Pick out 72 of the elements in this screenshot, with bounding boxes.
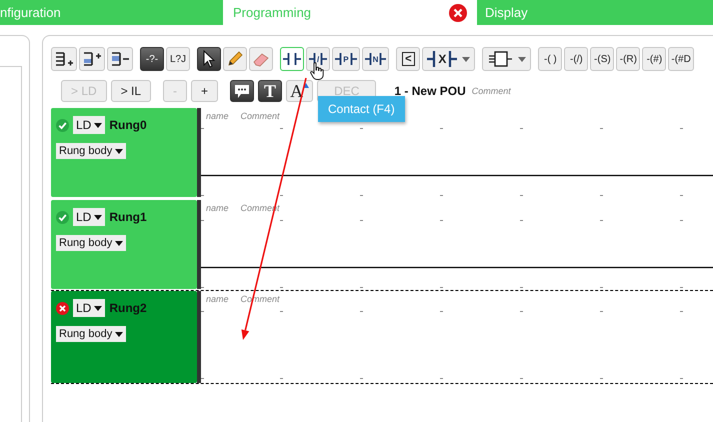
toolbar-button[interactable]: -(S) xyxy=(590,47,614,71)
contact-icon xyxy=(447,50,458,68)
comment-button[interactable] xyxy=(230,80,254,102)
rung-header[interactable]: LD Rung1 Rung body xyxy=(51,200,197,289)
caret-icon xyxy=(115,332,124,336)
contact-button[interactable]: P xyxy=(332,47,360,71)
rung-name-label: name xyxy=(206,203,229,213)
add-rung-icon xyxy=(82,50,102,68)
delete-rung-icon xyxy=(110,50,130,68)
rung-add-below-button[interactable] xyxy=(51,47,77,71)
language-dropdown[interactable]: LD xyxy=(73,208,106,226)
toolbar-button[interactable]: -(R) xyxy=(616,47,640,71)
compare-button[interactable]: < xyxy=(396,47,420,71)
caret-icon xyxy=(94,214,102,220)
caret-icon xyxy=(94,306,102,310)
caret-icon xyxy=(518,56,526,62)
toolbar-button[interactable]: + xyxy=(191,80,218,102)
rung-header[interactable]: LD Rung2 Rung body xyxy=(51,291,197,383)
speech-bubble-icon xyxy=(234,84,250,98)
toolbar-button[interactable]: T xyxy=(258,80,282,102)
caret-icon xyxy=(462,56,470,62)
contact-icon xyxy=(283,51,291,67)
contact-button[interactable]: / xyxy=(306,47,330,71)
language-dropdown[interactable]: LD xyxy=(73,299,106,317)
toolbar-button[interactable]: -(/) xyxy=(564,47,588,71)
caret-icon xyxy=(115,148,124,154)
rung-name: Rung1 xyxy=(109,210,147,224)
function-button[interactable]: X xyxy=(422,47,476,71)
language-dropdown[interactable]: LD xyxy=(73,116,106,134)
block-icon xyxy=(487,50,514,68)
rung-name-label: name xyxy=(206,294,229,304)
contact-icon xyxy=(335,51,344,67)
toolbar-button[interactable]: L?J xyxy=(166,47,190,71)
block-button[interactable] xyxy=(482,47,532,71)
contact-icon xyxy=(378,51,386,67)
pencil-icon xyxy=(226,50,244,68)
rung-name: Rung0 xyxy=(109,118,147,132)
pou-title: 1 - New POU xyxy=(394,84,466,98)
contact-icon xyxy=(348,51,357,67)
contact-icon xyxy=(427,50,438,68)
toolbar-button[interactable]: -( ) xyxy=(538,47,562,71)
up-arrow-icon xyxy=(303,82,310,88)
caret-icon xyxy=(115,240,124,246)
rung-body-dropdown[interactable]: Rung body xyxy=(56,326,126,342)
toolbar-button[interactable]: -(#D xyxy=(668,47,694,71)
pointer-icon xyxy=(202,50,216,68)
rung-body-dropdown[interactable]: Rung body xyxy=(56,235,126,251)
contact-icon xyxy=(293,51,301,67)
hand-cursor-icon xyxy=(310,62,324,80)
rung-body-dropdown[interactable]: Rung body xyxy=(56,143,126,159)
contact-icon xyxy=(319,51,328,67)
contact-icon xyxy=(364,51,373,67)
toolbar-button[interactable]: -?- xyxy=(140,47,164,71)
rung-delete-button[interactable] xyxy=(107,47,133,71)
rung-header[interactable]: LD Rung0 Rung body xyxy=(51,108,197,197)
caret-icon xyxy=(94,122,102,128)
toolbar-button[interactable]: A xyxy=(286,80,314,102)
contact-button[interactable]: N xyxy=(362,47,390,71)
add-rung-icon xyxy=(54,50,74,68)
close-icon[interactable] xyxy=(449,4,467,22)
rung-add-above-button[interactable] xyxy=(79,47,105,71)
pencil-button[interactable] xyxy=(223,47,247,71)
rung-name: Rung2 xyxy=(109,301,147,315)
pou-comment: Comment xyxy=(472,86,511,96)
select-button[interactable] xyxy=(197,47,221,71)
eraser-button[interactable] xyxy=(249,47,273,71)
rung-name-label: name xyxy=(206,111,229,121)
rung-comment-label: Comment xyxy=(240,111,280,121)
tooltip: Contact (F4) xyxy=(318,96,405,122)
contact-button[interactable] xyxy=(280,47,304,71)
toolbar-button[interactable]: -(#) xyxy=(642,47,666,71)
toolbar-button[interactable]: > IL xyxy=(110,80,152,102)
